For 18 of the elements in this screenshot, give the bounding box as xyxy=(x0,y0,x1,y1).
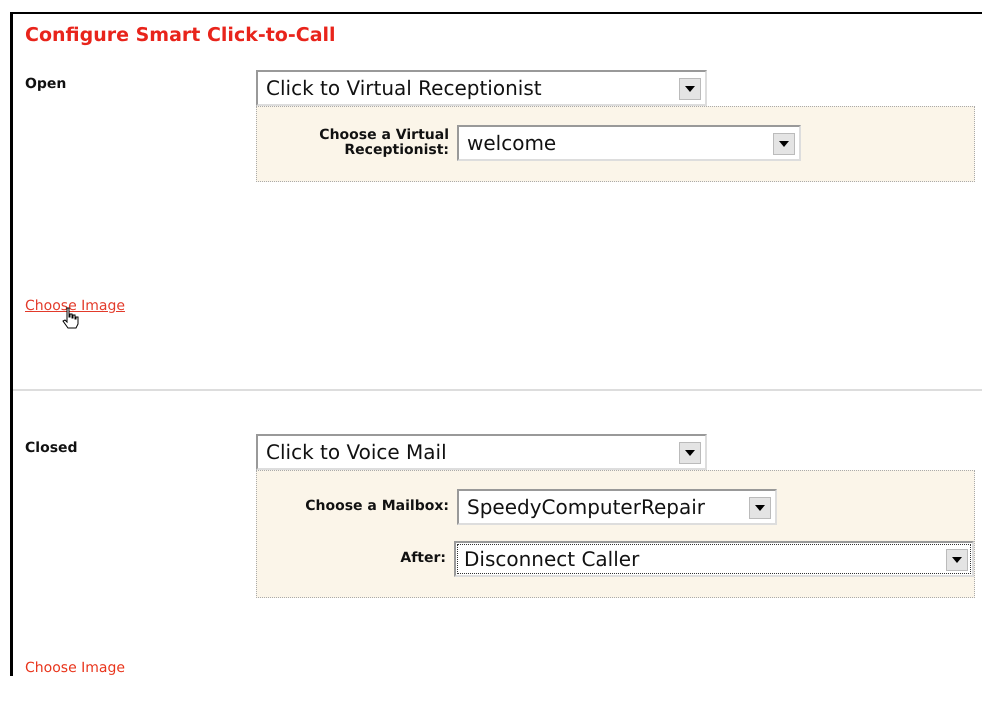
field-label: Choose a Virtual Receptionist: xyxy=(318,128,449,158)
caret-icon xyxy=(946,549,968,571)
choose-image-link[interactable]: Choose Image xyxy=(25,298,125,314)
dropdown-field[interactable]: welcome xyxy=(457,125,801,161)
dropdown-field[interactable]: SpeedyComputerRepair xyxy=(457,489,777,525)
page-title: Configure Smart Click-to-Call xyxy=(24,23,337,46)
field-label: After: xyxy=(399,551,446,567)
section-label: Open xyxy=(25,75,68,94)
field-label: Choose a Mailbox: xyxy=(304,499,449,515)
dropdown-field[interactable]: Click to Virtual Receptionist xyxy=(256,70,707,106)
choose-image-link[interactable]: Choose Image xyxy=(25,660,125,676)
section-label: Closed xyxy=(25,439,79,458)
caret-icon xyxy=(679,442,701,464)
caret-icon xyxy=(749,497,771,519)
dropdown-field[interactable]: Disconnect Caller xyxy=(454,541,974,577)
caret-icon xyxy=(773,133,795,155)
dropdown-field[interactable]: Click to Voice Mail xyxy=(256,434,707,470)
caret-icon xyxy=(679,78,701,100)
